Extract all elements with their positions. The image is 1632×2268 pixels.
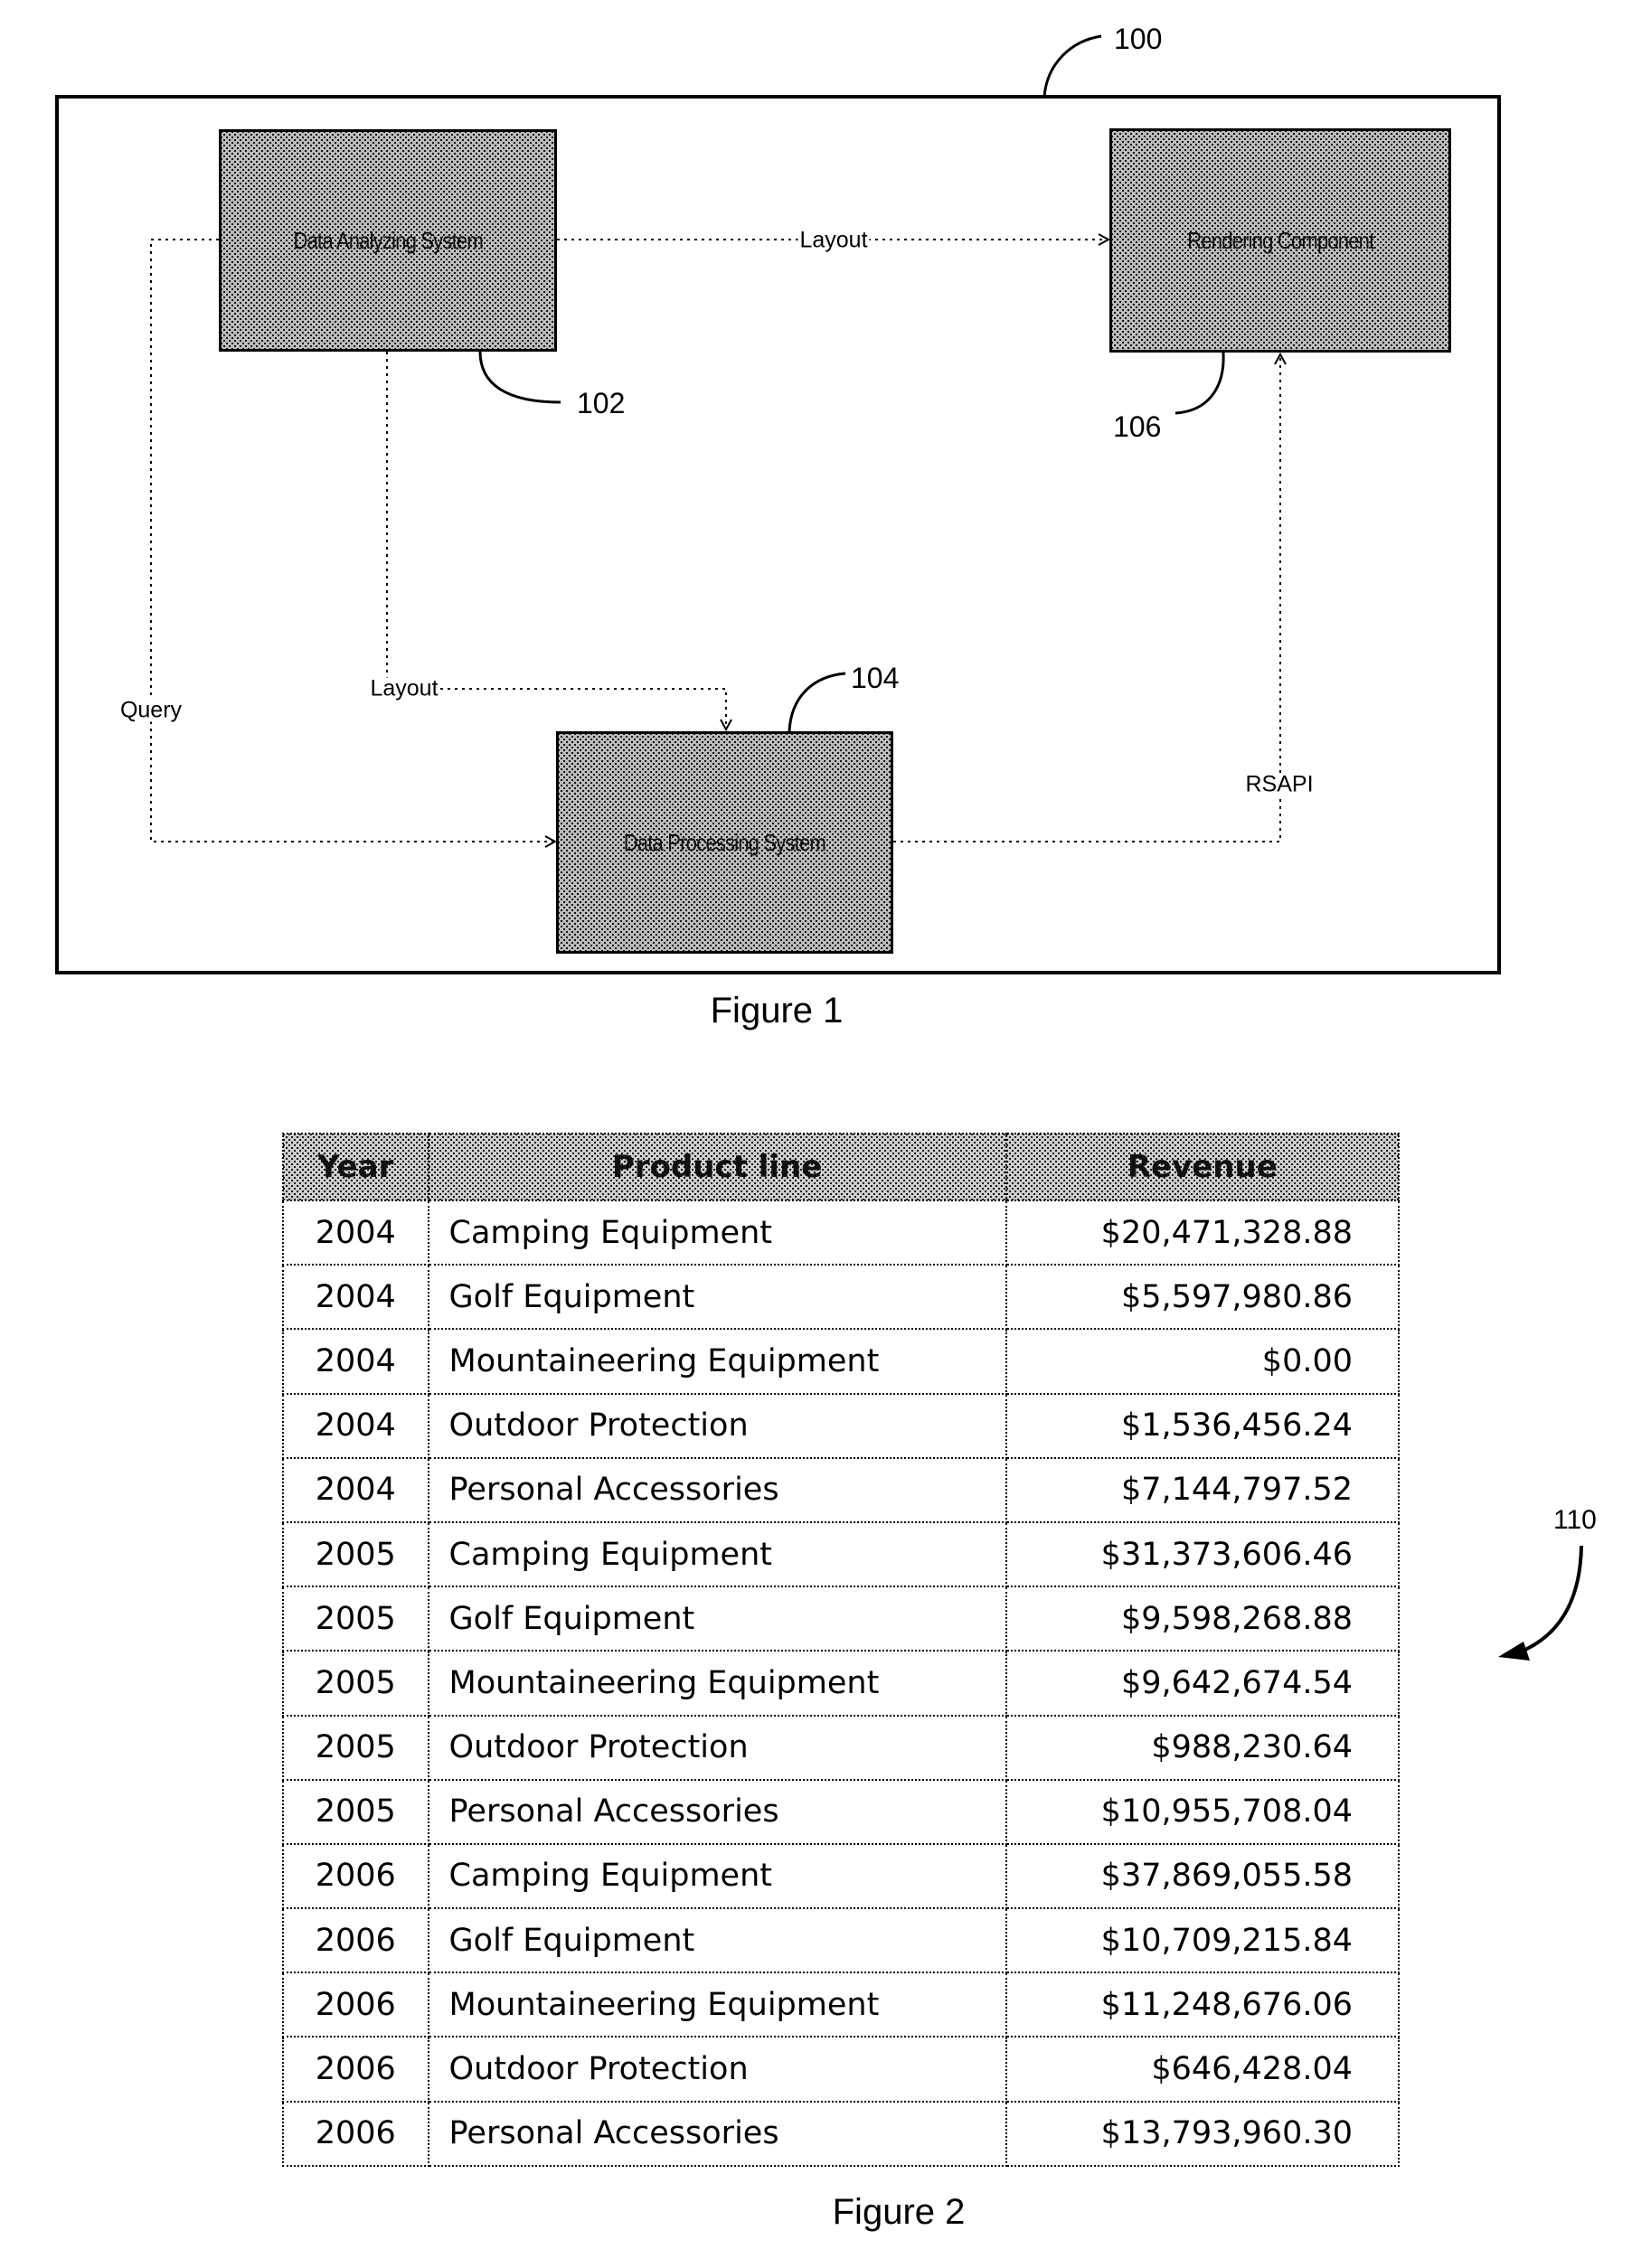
- cell-revenue: $10,709,215.84: [1005, 1907, 1401, 1974]
- flow-label-query: Query: [118, 697, 184, 723]
- cell-revenue: $9,642,674.54: [1005, 1650, 1401, 1717]
- cell-year: 2004: [282, 1199, 429, 1266]
- table-row: 2006 Golf Equipment $10,709,215.84: [282, 1907, 1401, 1974]
- data-analyzing-system-label: Data Analyzing System: [293, 226, 483, 254]
- cell-revenue: $1,536,456.24: [1005, 1392, 1401, 1459]
- table-row: 2005 Camping Equipment $31,373,606.46: [282, 1520, 1401, 1588]
- cell-product-line: Personal Accessories: [427, 1778, 1007, 1845]
- cell-product-line: Golf Equipment: [427, 1264, 1007, 1331]
- table-row: 2006 Personal Accessories $13,793,960.30: [282, 2100, 1401, 2167]
- leader-line-104: [788, 672, 846, 732]
- ref-number-104: 104: [851, 662, 900, 694]
- cell-year: 2006: [282, 2036, 429, 2103]
- column-header-year: Year: [282, 1133, 429, 1201]
- flow-layout-to-processing: [386, 352, 726, 729]
- rendering-component-block: Rendering Component: [1109, 128, 1451, 353]
- cell-product-line: Golf Equipment: [427, 1907, 1007, 1974]
- cell-year: 2004: [282, 1456, 429, 1523]
- ref-number-110: 110: [1553, 1505, 1597, 1535]
- cell-revenue: $10,955,708.04: [1005, 1778, 1401, 1845]
- cell-product-line: Camping Equipment: [427, 1199, 1007, 1266]
- cell-revenue: $37,869,055.58: [1005, 1842, 1401, 1910]
- cell-product-line: Mountaineering Equipment: [427, 1650, 1007, 1717]
- cell-year: 2006: [282, 1907, 429, 1974]
- cell-revenue: $20,471,328.88: [1005, 1199, 1401, 1266]
- cell-year: 2004: [282, 1392, 429, 1459]
- cell-year: 2004: [282, 1328, 429, 1395]
- ref-number-102: 102: [577, 387, 626, 419]
- cell-product-line: Golf Equipment: [427, 1586, 1007, 1652]
- cell-product-line: Personal Accessories: [427, 2100, 1007, 2167]
- cell-year: 2006: [282, 2100, 429, 2167]
- cell-product-line: Outdoor Protection: [427, 2036, 1007, 2103]
- cell-revenue: $31,373,606.46: [1005, 1520, 1401, 1588]
- data-analyzing-system-block: Data Analyzing System: [219, 129, 557, 352]
- data-processing-system-block: Data Processing System: [556, 731, 893, 954]
- cell-revenue: $13,793,960.30: [1005, 2100, 1401, 2167]
- cell-year: 2005: [282, 1714, 429, 1781]
- ref-number-100: 100: [1114, 23, 1163, 55]
- table-row: 2004 Mountaineering Equipment $0.00: [282, 1328, 1401, 1395]
- table-row: 2005 Outdoor Protection $988,230.64: [282, 1714, 1401, 1781]
- table-body: 2004 Camping Equipment $20,471,328.88 2004 G…: [282, 1199, 1401, 2167]
- cell-revenue: $5,597,980.86: [1005, 1264, 1401, 1331]
- flow-label-layout-top: Layout: [797, 227, 870, 253]
- table-row: 2006 Camping Equipment $37,869,055.58: [282, 1842, 1401, 1910]
- cell-year: 2006: [282, 1972, 429, 2038]
- cell-revenue: $988,230.64: [1005, 1714, 1401, 1781]
- table-row: 2006 Mountaineering Equipment $11,248,676.…: [282, 1972, 1401, 2038]
- cell-year: 2005: [282, 1778, 429, 1845]
- table-row: 2005 Golf Equipment $9,598,268.88: [282, 1586, 1401, 1652]
- leader-line-106: [1174, 352, 1225, 415]
- cell-product-line: Camping Equipment: [427, 1520, 1007, 1588]
- leader-line-100: [1042, 34, 1102, 98]
- column-header-revenue: Revenue: [1005, 1133, 1401, 1201]
- flow-rsapi: [893, 354, 1280, 842]
- rendering-component-label: Rendering Component: [1186, 226, 1374, 254]
- data-processing-system-label: Data Processing System: [623, 828, 826, 856]
- cell-revenue: $9,598,268.88: [1005, 1586, 1401, 1652]
- table-row: 2004 Outdoor Protection $1,536,456.24: [282, 1392, 1401, 1459]
- cell-product-line: Outdoor Protection: [427, 1714, 1007, 1781]
- cell-revenue: $7,144,797.52: [1005, 1456, 1401, 1523]
- cell-year: 2005: [282, 1520, 429, 1588]
- figure-1-caption: Figure 1: [710, 991, 844, 1030]
- column-header-product-line: Product line: [427, 1133, 1007, 1201]
- cell-revenue: $646,428.04: [1005, 2036, 1401, 2103]
- cell-revenue: $0.00: [1005, 1328, 1401, 1395]
- cell-year: 2004: [282, 1264, 429, 1331]
- table-row: 2004 Camping Equipment $20,471,328.88: [282, 1199, 1401, 1266]
- table-row: 2005 Mountaineering Equipment $9,642,674.5…: [282, 1650, 1401, 1717]
- table-row: 2004 Golf Equipment $5,597,980.86: [282, 1264, 1401, 1331]
- cell-product-line: Mountaineering Equipment: [427, 1328, 1007, 1395]
- ref-number-106: 106: [1113, 410, 1162, 443]
- cell-product-line: Outdoor Protection: [427, 1392, 1007, 1459]
- cell-product-line: Camping Equipment: [427, 1842, 1007, 1910]
- leader-line-102: [478, 351, 561, 404]
- flow-label-layout-bottom: Layout: [368, 675, 440, 701]
- cell-product-line: Personal Accessories: [427, 1456, 1007, 1523]
- table-row: 2006 Outdoor Protection $646,428.04: [282, 2036, 1401, 2103]
- pointer-arrow-110: [1498, 1545, 1583, 1661]
- revenue-table: Year Product line Revenue 2004 Camping Eq…: [282, 1133, 1401, 2167]
- figure-2-caption: Figure 2: [832, 2192, 966, 2232]
- table-row: 2005 Personal Accessories $10,955,708.04: [282, 1778, 1401, 1845]
- table-header-row: Year Product line Revenue: [282, 1133, 1401, 1201]
- cell-year: 2005: [282, 1650, 429, 1717]
- table-row: 2004 Personal Accessories $7,144,797.52: [282, 1456, 1401, 1523]
- cell-revenue: $11,248,676.06: [1005, 1972, 1401, 2038]
- flow-label-rsapi: RSAPI: [1243, 771, 1316, 797]
- cell-year: 2006: [282, 1842, 429, 1910]
- cell-year: 2005: [282, 1586, 429, 1652]
- cell-product-line: Mountaineering Equipment: [427, 1972, 1007, 2038]
